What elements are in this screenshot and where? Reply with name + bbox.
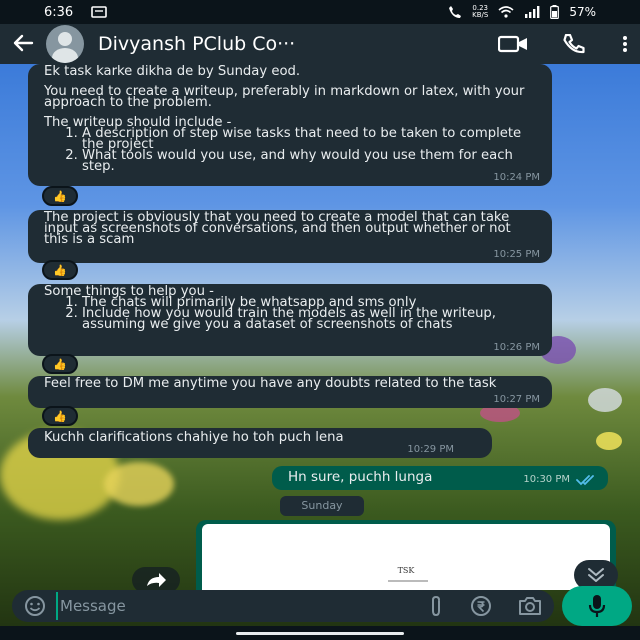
message-time: 10:24 PM [493,172,540,183]
phone-icon [563,34,585,54]
voice-message-button[interactable] [562,586,632,626]
message-bubble[interactable]: Kuchh clarifications chahiye ho toh puch… [28,428,492,458]
message-text: Hn sure, puchh lunga [288,469,433,485]
mic-icon [588,595,606,617]
camera-icon [519,597,541,615]
rupee-icon [471,596,491,616]
message-bubble[interactable]: Feel free to DM me anytime you have any … [28,376,552,408]
arrow-left-icon [13,34,34,52]
status-bar: 6:36 0.23 KB/S 57% [0,0,640,24]
document-message[interactable]: TSK [196,520,616,590]
wifi-icon [498,6,514,18]
paperclip-icon [432,595,440,617]
thumbs-up-icon: 👍 [53,189,67,203]
menu-button[interactable] [622,35,628,53]
back-button[interactable] [12,30,46,58]
message-bubble[interactable]: The project is obviously that you need t… [28,210,552,263]
message-time: 10:25 PM [493,249,540,260]
network-speed: 0.23 KB/S [472,4,489,19]
emoji-icon [25,596,45,616]
contact-name[interactable]: Divyansh PClub Co··· [98,33,464,55]
message-input[interactable] [56,592,402,620]
battery-icon [550,5,560,19]
message-composer [12,590,554,622]
reaction-badge[interactable]: 👍 [42,260,78,280]
message-time: 10:29 PM [407,444,454,455]
more-vertical-icon [623,36,627,52]
voice-call-button[interactable] [562,34,588,54]
thumbs-up-icon: 👍 [53,263,67,277]
list-item: A description of step wise tasks that ne… [82,127,538,151]
video-call-button[interactable] [498,35,528,53]
reaction-badge[interactable]: 👍 [42,354,78,374]
status-time: 6:36 [44,4,74,20]
battery-level: 57% [569,5,596,19]
video-camera-icon [498,35,527,53]
document-preview[interactable]: TSK [202,524,610,590]
document-line [388,580,428,582]
signal-icon [525,6,540,18]
message-time: 10:27 PM [493,394,540,405]
reaction-badge[interactable]: 👍 [42,406,78,426]
message-notification-icon [91,6,108,18]
date-divider: Sunday [280,496,364,516]
forward-icon [147,573,166,587]
payment-button[interactable] [470,595,492,617]
list-item: What tools would you use, and why would … [82,149,538,173]
reaction-badge[interactable]: 👍 [42,186,78,206]
message-list[interactable]: Ek task karke dikha de by Sunday eod. Yo… [0,64,640,593]
outgoing-message-bubble[interactable]: Hn sure, puchh lunga 10:30 PM [272,466,608,490]
thumbs-up-icon: 👍 [53,409,67,423]
emoji-button[interactable] [24,595,46,617]
double-check-icon [576,475,594,486]
avatar[interactable] [46,25,84,63]
message-time: 10:26 PM [493,342,540,353]
message-time: 10:30 PM [523,474,570,485]
camera-button[interactable] [518,596,542,616]
call-status-icon [449,6,462,18]
document-title: TSK [397,566,415,575]
thumbs-up-icon: 👍 [53,357,67,371]
attach-button[interactable] [428,595,444,617]
system-nav-bar [0,626,640,640]
home-gesture-bar[interactable] [236,632,404,635]
chat-header: Divyansh PClub Co··· [0,24,640,64]
message-bubble[interactable]: Some things to help you - The chats will… [28,284,552,356]
double-chevron-down-icon [588,568,604,582]
list-item: Include how you would train the models a… [82,307,538,331]
message-bubble[interactable]: Ek task karke dikha de by Sunday eod. Yo… [28,64,552,186]
